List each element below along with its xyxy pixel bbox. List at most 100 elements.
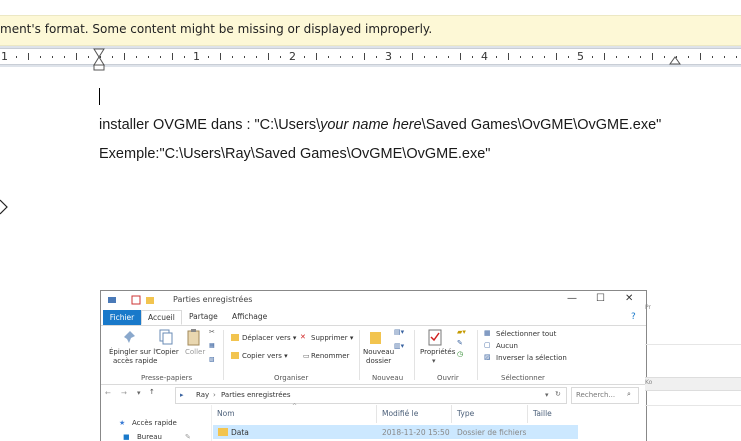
pin-button-label-2[interactable]: accès rapide	[113, 357, 157, 365]
back-icon[interactable]: ←	[105, 389, 111, 397]
ruler-dot	[376, 56, 377, 58]
new-folder-label-1[interactable]: Nouveau	[363, 348, 394, 356]
ribbon-separator	[223, 330, 224, 380]
paste-icon[interactable]	[187, 329, 201, 346]
ruler-dot	[280, 56, 281, 58]
search-input[interactable]: Recherch... ⌕	[571, 387, 639, 404]
ruler-dot	[724, 56, 725, 58]
instruction-suffix: \Saved Games\OvGME\OvGME.exe"	[421, 117, 662, 133]
background-edge-text: Pr	[645, 304, 651, 311]
tab-file[interactable]: Fichier	[103, 310, 141, 325]
delete-icon[interactable]: ✕	[300, 333, 306, 341]
ruler-dot	[472, 56, 473, 58]
ruler-dot	[448, 56, 449, 58]
open-icon[interactable]: ▰▾	[457, 328, 466, 336]
horizontal-ruler[interactable]: 1 1 2 3 4 5	[0, 46, 741, 67]
row-name[interactable]: Data	[231, 428, 249, 437]
ruler-dot	[244, 56, 245, 58]
breadcrumb-saved-games[interactable]: Parties enregistrées	[221, 391, 290, 399]
new-folder-icon[interactable]	[369, 329, 383, 345]
up-icon[interactable]: ↑	[149, 388, 155, 396]
invert-selection-icon[interactable]: ▨	[484, 353, 491, 361]
recent-dropdown-icon[interactable]: ▾	[137, 389, 141, 397]
ruler-dot	[640, 56, 641, 58]
ruler-dot	[628, 56, 629, 58]
select-none-button[interactable]: Aucun	[496, 342, 518, 350]
column-divider[interactable]	[451, 405, 452, 423]
column-modified[interactable]: Modifié le	[382, 409, 418, 418]
row-modified: 2018-11-20 15:50	[382, 428, 450, 437]
tab-home[interactable]: Accueil	[141, 310, 182, 325]
select-all-icon[interactable]: ▦	[484, 329, 491, 337]
pin-button-label-1[interactable]: Épingler sur l'	[109, 348, 157, 356]
column-divider[interactable]	[376, 405, 377, 423]
copy-path-icon[interactable]: ▦	[209, 342, 215, 349]
column-type[interactable]: Type	[457, 409, 474, 418]
column-size[interactable]: Taille	[533, 409, 552, 418]
nav-quick-access[interactable]: Accès rapide	[132, 419, 177, 427]
ruler-dot	[664, 56, 665, 58]
column-divider[interactable]	[527, 405, 528, 423]
history-icon[interactable]: ◷	[457, 350, 463, 358]
cut-icon[interactable]: ✂	[209, 328, 215, 336]
ruler-dot	[568, 56, 569, 58]
help-icon[interactable]: ?	[631, 312, 636, 322]
ruler-tick	[124, 53, 125, 60]
ruler-tick	[220, 53, 221, 60]
group-select: Sélectionner	[501, 374, 545, 382]
easy-access-icon[interactable]: ▥▾	[394, 342, 404, 350]
properties-icon[interactable]	[428, 329, 442, 346]
properties-quick-icon[interactable]	[131, 295, 141, 305]
edit-icon[interactable]: ✎	[457, 339, 463, 347]
address-field[interactable]: ▸ Ray › Parties enregistrées ▾ ↻	[175, 387, 567, 404]
ruler-tick	[460, 53, 461, 60]
new-folder-label-2[interactable]: dossier	[366, 357, 391, 365]
ruler-scale: 1 1 2 3 4 5	[0, 48, 741, 65]
move-to-button[interactable]: Déplacer vers ▾	[242, 334, 296, 342]
explorer-screenshot: Parties enregistrées — ☐ ✕ Accueil Parta…	[100, 290, 647, 441]
copy-to-button[interactable]: Copier vers ▾	[242, 352, 288, 360]
forward-icon[interactable]: →	[121, 389, 127, 397]
chevron-down-icon[interactable]: ▾	[432, 357, 436, 365]
maximize-icon[interactable]: ☐	[596, 293, 605, 304]
copy-button[interactable]: Copier	[156, 348, 179, 356]
location-icon: ▸	[180, 391, 184, 399]
paste-button[interactable]: Coller	[185, 348, 205, 356]
close-icon[interactable]: ✕	[625, 293, 633, 304]
paste-shortcut-icon[interactable]: ▧	[209, 356, 215, 363]
select-all-button[interactable]: Sélectionner tout	[496, 330, 556, 338]
tab-view[interactable]: Affichage	[232, 312, 267, 321]
ruler-dot	[544, 56, 545, 58]
delete-button[interactable]: Supprimer ▾	[311, 334, 353, 342]
pin-icon[interactable]	[123, 330, 137, 346]
ruler-dot	[328, 56, 329, 58]
ruler-number: 1	[1, 50, 8, 63]
folder-quick-icon[interactable]	[145, 295, 155, 305]
rename-button[interactable]: Renommer	[311, 352, 349, 360]
indent-marker-icon[interactable]	[93, 46, 105, 72]
new-item-icon[interactable]: ▤▾	[394, 328, 404, 336]
tab-share[interactable]: Partage	[189, 312, 218, 321]
properties-button[interactable]: Propriétés	[420, 348, 455, 356]
select-none-icon[interactable]: ▢	[484, 341, 491, 349]
instruction-prefix: installer OVGME dans : "C:\Users\	[99, 117, 321, 133]
move-to-icon[interactable]	[231, 333, 240, 342]
copy-icon[interactable]	[159, 329, 173, 346]
refresh-icon[interactable]: ↻	[555, 390, 561, 398]
compatibility-infobar: ment's format. Some content might be mis…	[0, 15, 741, 46]
copy-to-icon[interactable]	[231, 351, 240, 360]
app-icon	[108, 297, 116, 303]
minimize-icon[interactable]: —	[567, 293, 577, 304]
right-indent-marker-icon[interactable]	[669, 55, 681, 65]
search-icon[interactable]: ⌕	[627, 390, 631, 399]
sort-up-icon: ^	[292, 403, 298, 410]
breadcrumb-ray[interactable]: Ray	[196, 391, 209, 399]
column-name[interactable]: Nom	[217, 409, 235, 418]
ruler-dot	[592, 56, 593, 58]
ruler-dot	[304, 56, 305, 58]
address-dropdown-icon[interactable]: ▾	[545, 391, 549, 399]
ruler-number: 5	[577, 50, 584, 63]
invert-selection-button[interactable]: Inverser la sélection	[496, 354, 567, 362]
rename-icon[interactable]: ▭	[303, 352, 310, 360]
group-open: Ouvrir	[437, 374, 459, 382]
